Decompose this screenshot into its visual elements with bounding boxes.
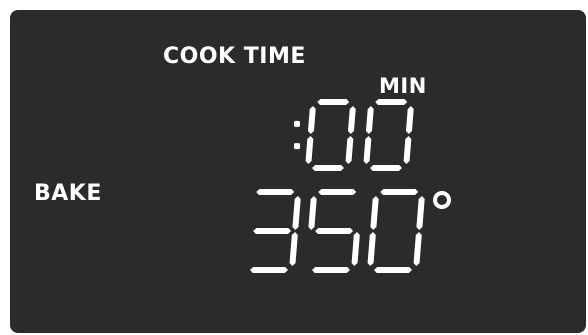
cooking-mode-label: BAKE [34, 181, 102, 206]
segment-g [253, 228, 292, 234]
temperature-readout [250, 189, 451, 273]
temperature-digits [250, 189, 451, 273]
segment-a [380, 189, 419, 195]
degree-symbol [433, 191, 451, 209]
segment-a [318, 189, 357, 195]
colon-dot [294, 120, 300, 127]
time-digits [294, 99, 414, 171]
segment-d [250, 267, 288, 273]
segment-c [345, 136, 354, 164]
segment-d [312, 165, 344, 171]
segment-d [370, 165, 402, 171]
time-unit-label: MIN [379, 74, 427, 98]
segment-f [365, 106, 374, 134]
segment-c [403, 136, 412, 164]
segment-c [351, 232, 360, 266]
segment-b [405, 106, 414, 134]
segment-e [363, 136, 372, 164]
cook-time-label: COOK TIME [163, 44, 306, 69]
segment-e [305, 136, 314, 164]
segment-a [256, 189, 295, 195]
segment-d [312, 267, 350, 273]
segment-a [317, 99, 350, 105]
segment-f [370, 196, 379, 230]
segment-b [416, 196, 425, 230]
segment-c [413, 232, 422, 266]
segment-b [347, 106, 356, 134]
segment-f [307, 106, 316, 134]
colon-dot [294, 143, 300, 150]
segment-g [315, 228, 354, 234]
segment-f [308, 196, 317, 230]
time-readout [294, 99, 414, 171]
segment-d [374, 267, 412, 273]
segment-b [292, 196, 301, 230]
segment-c [289, 232, 298, 266]
segment-a [375, 99, 408, 105]
segment-e [367, 232, 376, 266]
oven-display-panel: COOK TIME MIN BAKE [10, 10, 586, 333]
